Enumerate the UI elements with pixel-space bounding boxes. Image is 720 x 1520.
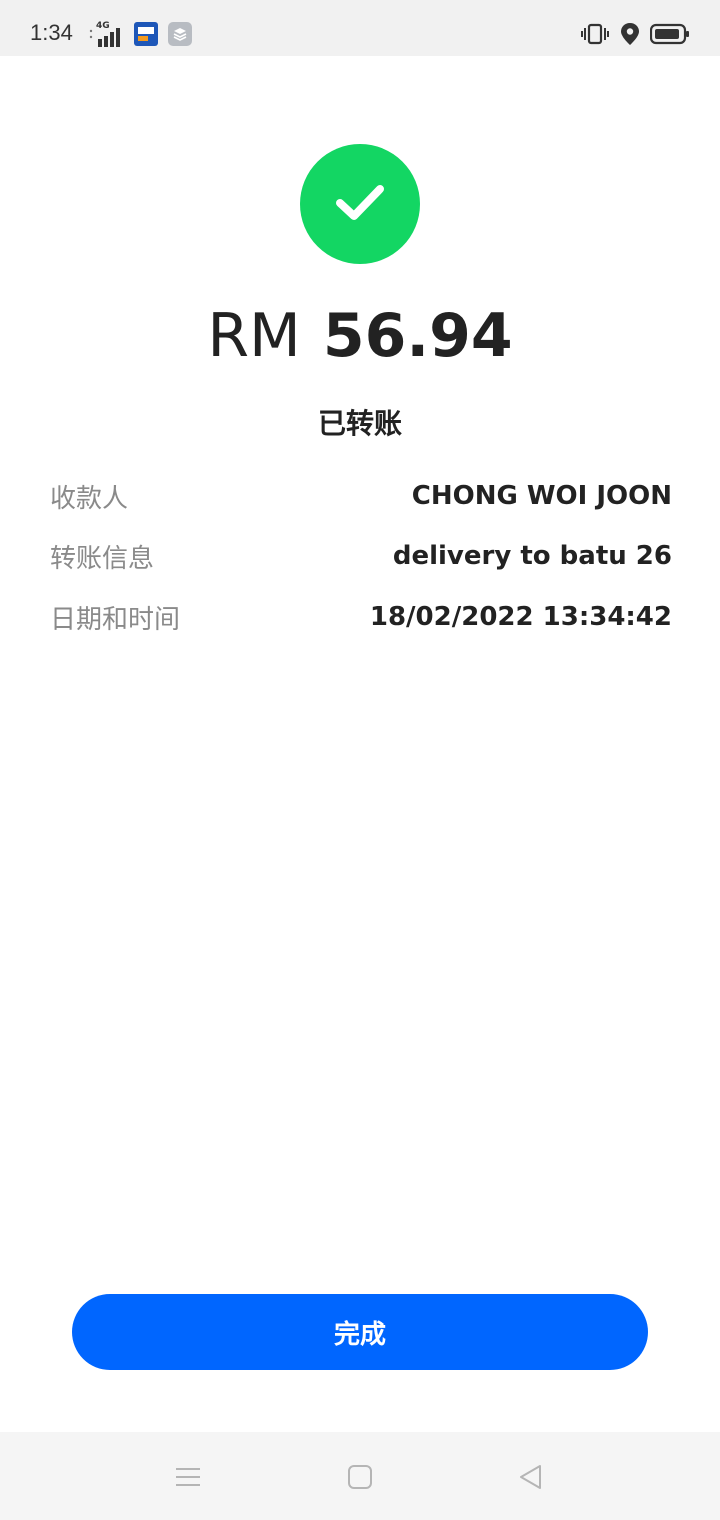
battery-icon	[649, 23, 690, 49]
datetime-value: 18/02/2022 13:34:42	[369, 602, 672, 632]
network-type-label: 4G	[96, 21, 110, 31]
app-notification-icon	[134, 22, 158, 50]
transfer-status: 已转账	[317, 407, 402, 440]
success-badge	[300, 144, 420, 264]
home-icon[interactable]	[345, 1462, 375, 1492]
detail-row-datetime: 日期和时间 18/02/2022 13:34:42	[50, 597, 672, 637]
datetime-label: 日期和时间	[50, 604, 181, 635]
done-button[interactable]: 完成	[72, 1294, 648, 1370]
reference-label: 转账信息	[50, 543, 155, 574]
status-bar: 1:34 4G	[0, 0, 720, 56]
vibrate-icon	[580, 22, 610, 50]
location-icon	[620, 22, 640, 50]
system-nav-bar	[0, 1432, 720, 1520]
signal-icon: 4G	[88, 21, 124, 47]
back-icon[interactable]	[516, 1462, 546, 1492]
check-icon	[330, 172, 390, 236]
transfer-amount: RM 56.94	[0, 296, 720, 376]
status-time: 1:34	[30, 20, 73, 45]
amount-value: 56.94	[322, 301, 513, 371]
detail-row-reference: 转账信息 delivery to batu 26	[50, 536, 672, 576]
status-right-icons	[580, 22, 690, 50]
detail-row-payee: 收款人 CHONG WOI JOON	[50, 476, 672, 516]
layers-icon	[168, 22, 192, 50]
payee-value: CHONG WOI JOON	[411, 481, 672, 511]
menu-icon[interactable]	[173, 1462, 203, 1492]
reference-value: delivery to batu 26	[392, 541, 672, 571]
status-left-icons: 4G	[88, 21, 192, 50]
payee-label: 收款人	[50, 483, 129, 514]
currency-label: RM	[207, 301, 301, 371]
